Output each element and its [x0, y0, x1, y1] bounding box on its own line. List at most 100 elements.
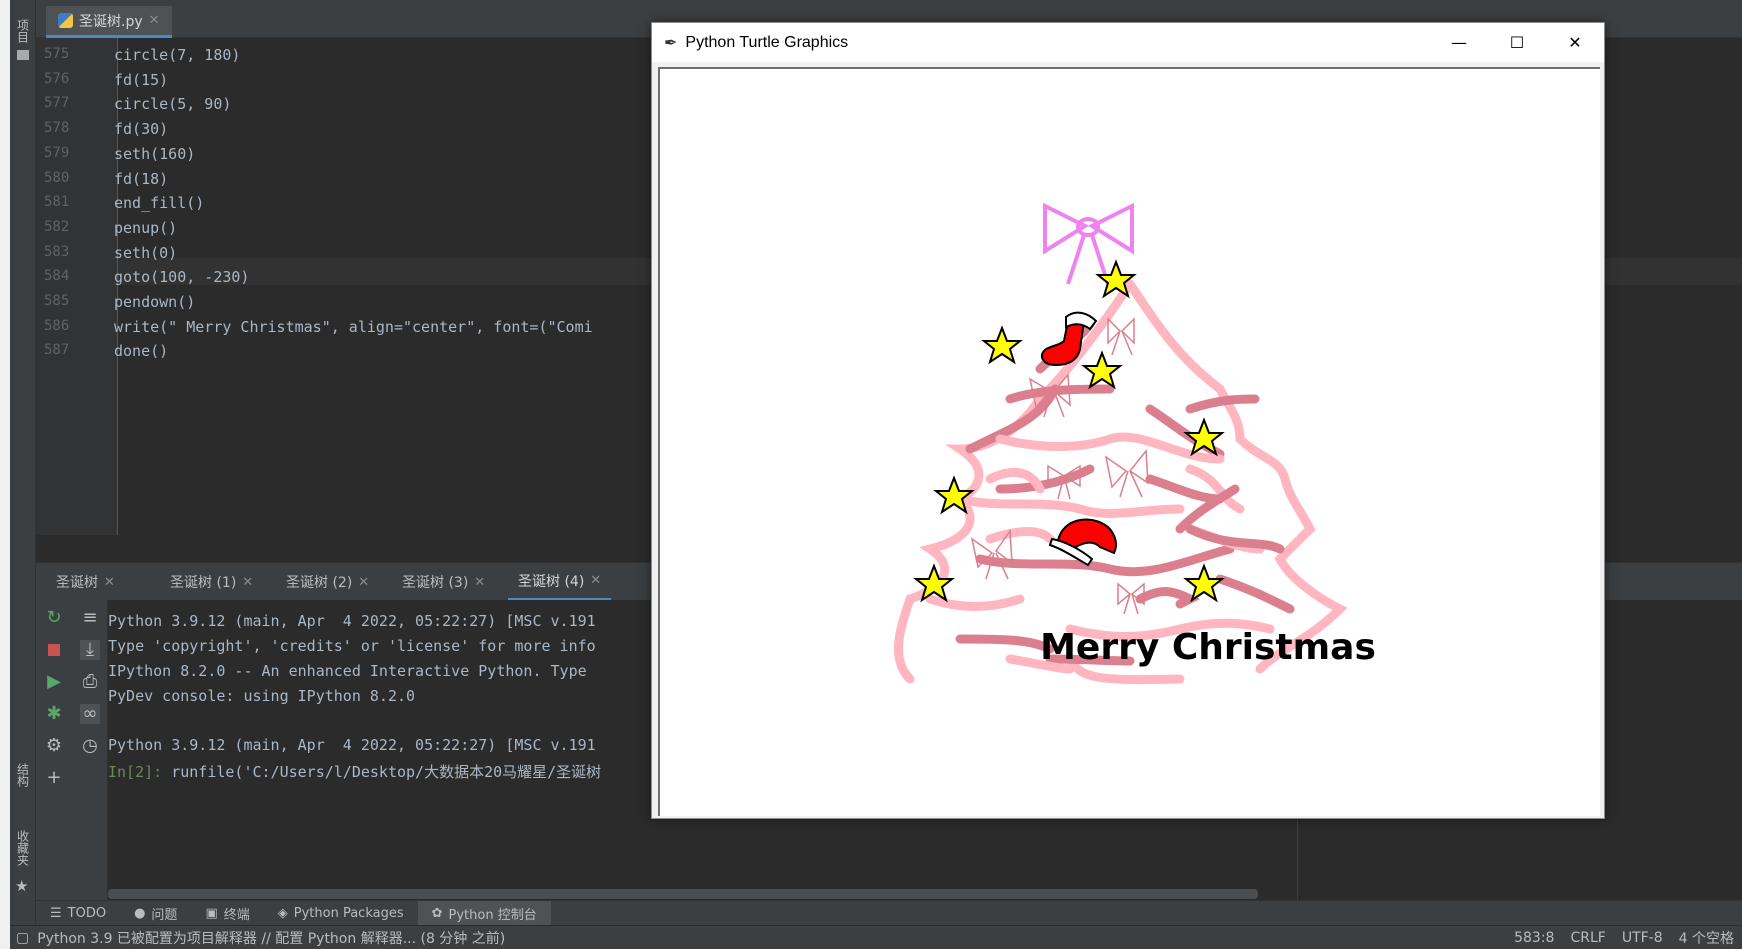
history-icon[interactable]: ◷ — [80, 736, 100, 756]
tool-window-strip: 项目 结构 收藏夹 ★ — [10, 0, 36, 925]
add-icon[interactable]: + — [44, 768, 64, 788]
console-input-line: In[2]: runfile('C:/Users/l/Desktop/大数据本2… — [108, 761, 601, 782]
console-action-column: ↻ ▶ ✱ ⚙ + — [36, 600, 72, 900]
gear-icon[interactable]: ⚙ — [44, 736, 64, 756]
line-number-gutter: 575 576 577 578 579 580 581 582 583 584 585 586 587 — [36, 38, 118, 535]
console-tab-0[interactable]: 圣诞树 ✕ — [46, 563, 125, 601]
code-line: done() — [114, 342, 169, 361]
line-number: 587 — [44, 342, 70, 359]
console-tab-2[interactable]: 圣诞树 (2) ✕ — [276, 563, 379, 601]
horizontal-scrollbar[interactable] — [108, 889, 1258, 899]
bottom-tab-label: 问题 — [151, 907, 178, 923]
console-line: PyDev console: using IPython 8.2.0 — [108, 687, 416, 705]
print-icon[interactable]: ⎙ — [80, 672, 100, 692]
line-number: 576 — [44, 70, 70, 87]
project-tool-button[interactable]: 项目 — [10, 14, 36, 48]
close-icon[interactable]: ✕ — [104, 575, 115, 590]
cursor-position[interactable]: 583:8 — [1514, 930, 1554, 946]
structure-tool-button[interactable]: 结构 — [10, 755, 36, 795]
status-message[interactable]: Python 3.9 已被配置为项目解释器 // 配置 Python 解释器..… — [37, 928, 505, 948]
console-tab-label: 圣诞树 (4) — [518, 573, 585, 590]
garland-row — [925, 594, 1025, 611]
window-titlebar[interactable]: ✒ Python Turtle Graphics — ☐ ✕ — [652, 23, 1604, 62]
turtle-canvas[interactable]: Merry Christmas — [658, 67, 1600, 816]
maximize-icon: ☐ — [1509, 33, 1525, 52]
console-tab-3[interactable]: 圣诞树 (3) ✕ — [392, 563, 495, 601]
maximize-button[interactable]: ☐ — [1488, 23, 1546, 62]
code-line: goto(100, -230) — [114, 268, 250, 287]
terminal-icon: ▣ — [205, 905, 218, 921]
close-icon[interactable]: ✕ — [242, 575, 253, 590]
line-number: 581 — [44, 194, 70, 211]
line-number: 579 — [44, 144, 70, 161]
close-icon[interactable]: ✕ — [590, 573, 601, 588]
variables-icon[interactable]: ∞ — [80, 704, 100, 724]
code-line: circle(5, 90) — [114, 95, 232, 114]
python-file-icon — [58, 13, 73, 28]
close-button[interactable]: ✕ — [1546, 23, 1604, 62]
line-number: 577 — [44, 95, 70, 112]
debug-icon[interactable]: ✱ — [44, 704, 64, 724]
python-console-icon: ✿ — [431, 905, 443, 921]
close-icon[interactable]: ✕ — [358, 575, 369, 590]
line-number: 583 — [44, 243, 70, 260]
rerun-icon[interactable]: ↻ — [44, 608, 64, 628]
window-title: Python Turtle Graphics — [685, 33, 849, 51]
bottom-tab-label: TODO — [67, 905, 107, 921]
console-tab-4[interactable]: 圣诞树 (4) ✕ — [508, 563, 612, 601]
file-encoding[interactable]: UTF-8 — [1622, 930, 1663, 946]
layout-icon[interactable]: ▢ — [16, 930, 29, 946]
console-tab-label: 圣诞树 (1) — [170, 575, 237, 591]
terminal-tab[interactable]: ▣ 终端 — [191, 901, 263, 926]
file-tab-tree[interactable]: 圣诞树.py ✕ — [46, 6, 172, 38]
python-console-tab[interactable]: ✿ Python 控制台 — [417, 900, 551, 926]
indent-setting[interactable]: 4 个空格 — [1679, 928, 1734, 948]
console-line: Type 'copyright', 'credits' or 'license'… — [108, 637, 596, 655]
console-tab-label: 圣诞树 (2) — [286, 575, 353, 591]
console-line: Python 3.9.12 (main, Apr 4 2022, 05:22:2… — [108, 612, 596, 630]
bookmarks-label: 收藏夹 — [15, 830, 30, 866]
console-prompt: In[2]: — [108, 763, 163, 781]
console-tab-label: 圣诞树 (3) — [402, 575, 469, 591]
scroll-to-end-icon[interactable]: ⤓ — [80, 640, 100, 660]
garland-row — [995, 432, 1225, 464]
list-icon: ☰ — [50, 905, 62, 921]
python-packages-tab[interactable]: ◈ Python Packages — [264, 901, 418, 926]
todo-tab[interactable]: ☰ TODO — [36, 901, 120, 926]
line-number: 582 — [44, 218, 70, 235]
turtle-graphics-window[interactable]: ✒ Python Turtle Graphics — ☐ ✕ Merry Chr… — [651, 22, 1605, 819]
garland-row — [1135, 587, 1201, 609]
stop-icon[interactable] — [44, 640, 64, 660]
minimize-button[interactable]: — — [1430, 23, 1488, 62]
merry-christmas-text: Merry Christmas — [1040, 627, 1376, 668]
status-bar: ▢ Python 3.9 已被配置为项目解释器 // 配置 Python 解释器… — [10, 925, 1742, 949]
line-number: 585 — [44, 293, 70, 309]
code-line: fd(15) — [114, 70, 169, 89]
soft-wrap-icon[interactable]: ≡ — [80, 608, 100, 628]
bottom-tab-label: Python 控制台 — [448, 907, 537, 923]
problems-tab[interactable]: ● 问题 — [120, 901, 191, 926]
run-icon[interactable]: ▶ — [44, 672, 64, 692]
console-tab-label: 圣诞树 — [56, 575, 98, 591]
structure-label: 结构 — [15, 763, 30, 787]
bookmarks-tool-button[interactable]: 收藏夹 — [10, 820, 36, 876]
line-separator[interactable]: CRLF — [1570, 930, 1605, 946]
garland-row — [1005, 384, 1115, 404]
code-line: pendown() — [114, 293, 196, 311]
console-tab-1[interactable]: 圣诞树 (1) ✕ — [160, 563, 263, 601]
line-number: 584 — [44, 268, 70, 285]
close-icon: ✕ — [1568, 33, 1582, 52]
packages-icon: ◈ — [277, 905, 288, 921]
code-line: circle(7, 180) — [114, 46, 241, 64]
line-number: 586 — [44, 317, 70, 334]
minimize-icon: — — [1451, 33, 1467, 52]
code-line: fd(18) — [114, 169, 169, 188]
file-tab-label: 圣诞树.py — [79, 13, 143, 30]
close-icon[interactable]: ✕ — [474, 575, 485, 590]
garland-row — [1185, 394, 1260, 414]
problems-icon: ● — [134, 905, 146, 921]
star-icon — [981, 325, 1023, 365]
console-command: runfile('C:/Users/l/Desktop/大数据本20马耀星/圣诞… — [162, 763, 602, 781]
close-icon[interactable]: ✕ — [149, 13, 160, 28]
code-line: seth(160) — [114, 144, 196, 163]
